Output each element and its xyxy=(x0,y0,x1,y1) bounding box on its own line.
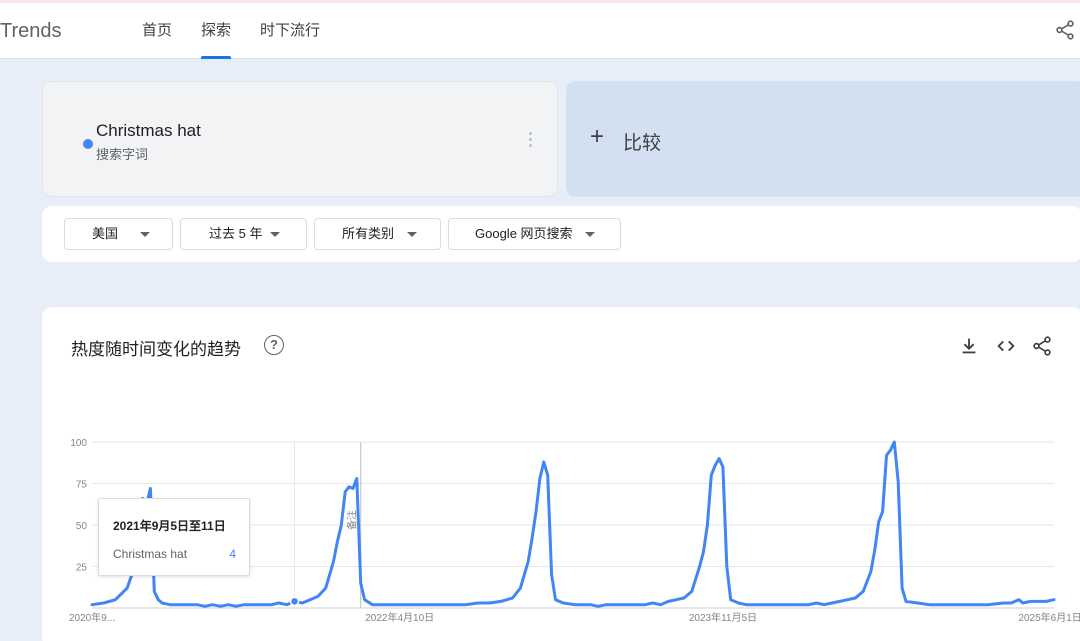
trend-line-chart[interactable]: 100755025备注2020年9... 2022年4月10日 2023年11月5日… xyxy=(42,307,1080,641)
category-filter-label: 所有类别 xyxy=(342,226,395,241)
more-vert-icon[interactable] xyxy=(529,132,533,148)
y-tick-label: 100 xyxy=(70,438,87,449)
category-filter[interactable]: 所有类别 xyxy=(314,218,441,250)
compare-card[interactable]: + 比较 xyxy=(566,81,1080,197)
chevron-down-icon xyxy=(585,232,595,237)
time-filter[interactable]: 过去 5 年 xyxy=(180,218,307,250)
nav-home[interactable]: 首页 xyxy=(142,3,172,59)
tooltip-value: 4 xyxy=(229,547,236,561)
time-filter-label: 过去 5 年 xyxy=(209,226,263,241)
chevron-down-icon xyxy=(270,232,280,237)
tooltip-series-name: Christmas hat xyxy=(113,547,188,561)
app-header: Trends 首页 探索 时下流行 xyxy=(0,3,1080,59)
x-tick-label: 2020年9... xyxy=(69,611,115,624)
nav-trending[interactable]: 时下流行 xyxy=(260,3,320,59)
x-tick-label: 2023年11月5日 xyxy=(689,611,757,624)
region-filter[interactable]: 美国 xyxy=(64,218,173,250)
region-filter-label: 美国 xyxy=(92,226,119,241)
y-tick-label: 75 xyxy=(76,480,88,491)
add-icon: + xyxy=(590,123,605,150)
search-term-card[interactable]: Christmas hat 搜索字词 xyxy=(42,81,558,197)
chevron-down-icon xyxy=(140,232,150,237)
main-nav: 首页 探索 时下流行 xyxy=(142,3,349,59)
y-tick-label: 50 xyxy=(76,521,88,532)
x-tick-label: 2025年6月1日 xyxy=(1018,611,1080,624)
term-color-dot xyxy=(83,139,93,149)
term-type-label: 搜索字词 xyxy=(96,147,149,162)
hover-point xyxy=(289,596,300,607)
search-type-filter-label: Google 网页搜索 xyxy=(475,226,573,241)
share-icon[interactable] xyxy=(1054,19,1076,41)
term-name[interactable]: Christmas hat xyxy=(96,121,201,141)
trends-logo[interactable]: Trends xyxy=(0,20,62,43)
filter-bar: 美国 过去 5 年 所有类别 Google 网页搜索 xyxy=(42,206,1080,262)
interest-over-time-card: 热度随时间变化的趋势 ? 100 75 50 25 备注 2020年9... 2022年4月… xyxy=(42,307,1080,641)
nav-explore[interactable]: 探索 xyxy=(201,3,232,59)
chart-tooltip: 2021年9月5日至11日 Christmas hat 4 xyxy=(98,498,250,576)
tooltip-date: 2021年9月5日至11日 xyxy=(113,519,226,533)
chevron-down-icon xyxy=(407,232,417,237)
search-type-filter[interactable]: Google 网页搜索 xyxy=(448,218,621,250)
compare-label: 比较 xyxy=(623,133,662,154)
y-tick-label: 25 xyxy=(76,563,88,574)
x-tick-label: 2022年4月10日 xyxy=(365,611,434,624)
